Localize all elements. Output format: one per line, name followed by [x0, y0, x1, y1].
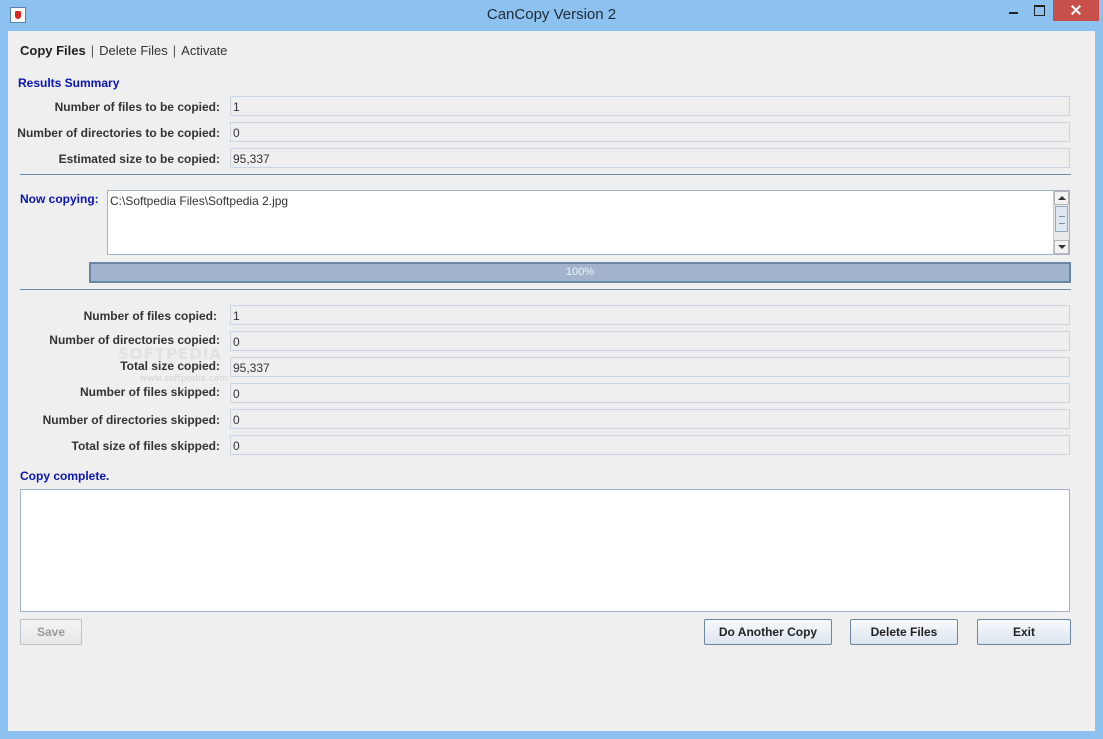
total-size-copied-label: Total size copied: — [120, 359, 220, 373]
now-copying-textarea[interactable]: C:\Softpedia Files\Softpedia 2.jpg — [107, 190, 1070, 255]
close-button[interactable] — [1053, 0, 1099, 21]
files-copied-label: Number of files copied: — [83, 309, 217, 323]
vertical-scrollbar[interactable] — [1053, 191, 1069, 254]
scroll-up-arrow-icon[interactable] — [1054, 191, 1069, 205]
estimated-size-field: 95,337 — [230, 148, 1070, 168]
files-skipped-field: 0 — [230, 383, 1070, 403]
dirs-skipped-label: Number of directories skipped: — [42, 413, 220, 427]
maximize-button[interactable] — [1027, 0, 1052, 21]
scroll-down-arrow-icon[interactable] — [1054, 240, 1069, 254]
do-another-copy-button[interactable]: Do Another Copy — [704, 619, 832, 645]
results-summary-heading: Results Summary — [18, 76, 120, 90]
dirs-to-copy-label: Number of directories to be copied: — [17, 126, 220, 140]
menu-item-copy-files[interactable]: Copy Files — [20, 43, 86, 58]
files-copied-field: 1 — [230, 305, 1070, 325]
softpedia-watermark-url: www.softpedia.com — [140, 374, 228, 384]
menu-item-delete-files[interactable]: Delete Files — [99, 43, 168, 58]
status-message: Copy complete. — [20, 469, 110, 483]
window-title: CanCopy Version 2 — [486, 6, 617, 23]
log-textarea[interactable] — [20, 489, 1070, 612]
delete-files-button[interactable]: Delete Files — [850, 619, 958, 645]
divider — [20, 174, 1071, 175]
total-size-copied-field: 95,337 — [230, 357, 1070, 377]
dirs-skipped-field: 0 — [230, 409, 1070, 429]
menu-separator: | — [172, 43, 177, 58]
now-copying-path: C:\Softpedia Files\Softpedia 2.jpg — [110, 194, 289, 208]
estimated-size-label: Estimated size to be copied: — [58, 152, 220, 166]
size-skipped-field: 0 — [230, 435, 1070, 455]
size-skipped-label: Total size of files skipped: — [71, 439, 220, 453]
menu-item-activate[interactable]: Activate — [181, 43, 227, 58]
copy-progress-bar: 100% — [89, 262, 1071, 283]
dirs-to-copy-field: 0 — [230, 122, 1070, 142]
minimize-button[interactable] — [1002, 0, 1026, 21]
files-to-copy-label: Number of files to be copied: — [54, 100, 220, 114]
dirs-copied-field: 0 — [230, 331, 1070, 351]
exit-button[interactable]: Exit — [977, 619, 1071, 645]
divider — [20, 289, 1071, 290]
files-skipped-label: Number of files skipped: — [79, 385, 220, 399]
title-bar: CanCopy Version 2 — [0, 0, 1103, 31]
files-to-copy-field: 1 — [230, 96, 1070, 116]
progress-label: 100% — [565, 266, 595, 278]
menu-bar: Copy Files | Delete Files | Activate — [20, 43, 227, 58]
menu-separator: | — [90, 43, 95, 58]
scroll-thumb[interactable] — [1055, 206, 1068, 232]
save-button[interactable]: Save — [20, 619, 82, 645]
now-copying-label: Now copying: — [20, 192, 99, 206]
